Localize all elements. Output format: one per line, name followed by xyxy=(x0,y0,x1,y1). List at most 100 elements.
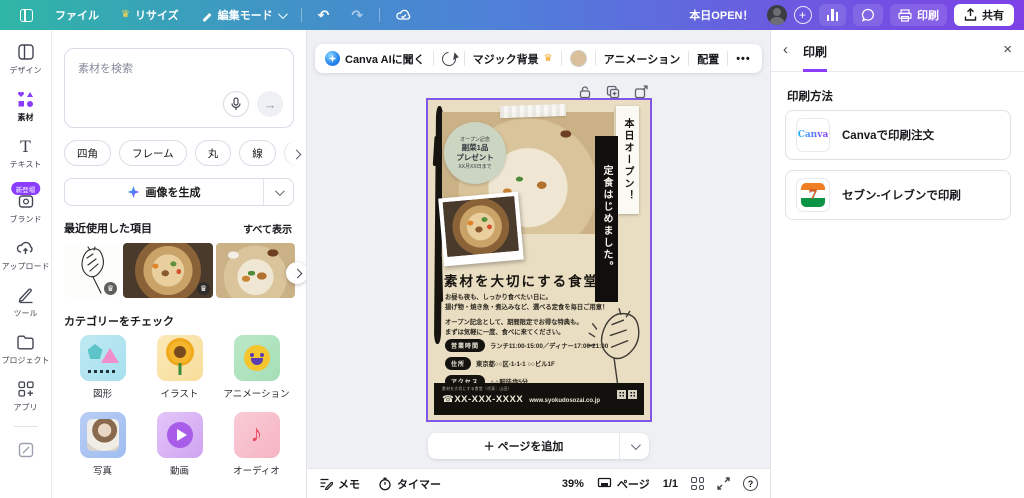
recent-item-photo-1[interactable]: ♛ xyxy=(123,243,213,298)
sidebar-item-photo-editor[interactable] xyxy=(16,440,36,460)
open-campaign-badge[interactable]: オープン記念 副菜1品 プレゼント XX月XX日まで xyxy=(444,122,506,184)
chip-square[interactable]: 四角 xyxy=(64,140,111,166)
redo-button[interactable]: ↷ xyxy=(343,3,371,28)
category-illustration[interactable]: イラスト xyxy=(141,335,218,400)
sidebar-item-label: アップロード xyxy=(2,261,50,272)
print-at-seven-eleven-option[interactable]: 7 セブン-イレブンで印刷 xyxy=(785,170,1011,220)
more-options-button[interactable]: ••• xyxy=(736,53,751,65)
notes-button[interactable]: メモ xyxy=(319,476,360,492)
position-button[interactable]: 配置 xyxy=(697,51,719,67)
voice-search-button[interactable] xyxy=(223,91,249,117)
flyer-body-paragraph-1[interactable]: お昼も夜も、しっかり食べたい日に。 揚げ物・焼き魚・煮込みなど、選べる定食を毎日… xyxy=(445,293,640,313)
plus-icon: + xyxy=(799,9,806,21)
timer-button[interactable]: タイマー xyxy=(378,476,441,492)
canva-editor: ファイル ♛リサイズ 編集モード ↶ ↷ 本日OPEN！ + 印刷 xyxy=(0,0,1024,498)
canva-ai-icon xyxy=(325,51,340,66)
flyer-body-paragraph-2[interactable]: オープン記念として、期間限定でお得な特典も。 まずは気軽に一度、食べに来てくださ… xyxy=(445,318,640,338)
pro-crown-badge: ♛ xyxy=(104,282,117,295)
insights-button[interactable] xyxy=(819,4,847,26)
generate-image-dropdown[interactable] xyxy=(263,179,293,205)
category-audio[interactable]: ♪ オーディオ xyxy=(218,412,295,477)
shop-info-rows[interactable]: 営業時間 ランチ11:00-15:00／ディナー17:00-21:00 住所 東… xyxy=(445,339,608,388)
avatar[interactable] xyxy=(767,5,787,25)
recent-scroll-right-button[interactable] xyxy=(286,262,307,284)
regenerate-icon[interactable] xyxy=(439,49,459,69)
sidebar-item-label: テキスト xyxy=(10,159,42,170)
pages-button[interactable]: ページ xyxy=(597,476,650,492)
share-upload-icon xyxy=(964,8,977,22)
body-line: まずは気軽に一度、食べに来てください。 xyxy=(445,328,640,338)
design-page[interactable]: オープン記念 副菜1品 プレゼント XX月XX日まで 本日オープン！ 定食はじめ… xyxy=(428,100,650,420)
add-page-button[interactable]: ＋ ページを追加 xyxy=(428,433,649,459)
ask-ai-label: Canva AIに聞く xyxy=(345,51,425,67)
divider xyxy=(464,51,465,66)
recent-item-photo-2[interactable] xyxy=(216,243,295,298)
microphone-icon xyxy=(230,97,242,111)
chips-scroll-right[interactable] xyxy=(280,138,306,170)
share-button[interactable]: 共有 xyxy=(954,4,1014,26)
sidebar-item-uploads[interactable]: アップロード xyxy=(2,238,50,272)
fullscreen-icon[interactable] xyxy=(717,477,730,490)
back-button[interactable]: ‹ xyxy=(783,41,788,58)
magic-background-button[interactable]: マジック背景 ♛ xyxy=(473,51,553,67)
polaroid-photo[interactable] xyxy=(438,192,524,267)
animate-button[interactable]: アニメーション xyxy=(604,51,681,67)
print-button[interactable]: 印刷 xyxy=(890,4,947,26)
undo-button[interactable]: ↶ xyxy=(310,3,338,28)
generate-image-button[interactable]: 画像を生成 xyxy=(64,178,294,206)
sidebar-item-brand[interactable]: 新登場 ブランド xyxy=(10,191,42,225)
category-shapes[interactable]: 図形 xyxy=(64,335,141,400)
grid-view-icon[interactable] xyxy=(691,477,704,490)
edit-mode-menu[interactable]: 編集モード xyxy=(193,3,293,27)
bar-chart-icon xyxy=(827,9,839,21)
add-member-button[interactable]: + xyxy=(794,6,812,24)
zoom-level[interactable]: 39% xyxy=(562,478,584,490)
file-menu[interactable]: ファイル xyxy=(47,3,107,27)
ask-canva-ai-button[interactable]: Canva AIに聞く xyxy=(325,51,425,67)
design-icon xyxy=(16,42,36,62)
category-label: イラスト xyxy=(161,386,199,400)
sidebar-item-text[interactable]: T テキスト xyxy=(10,136,42,170)
add-page-dropdown[interactable] xyxy=(619,433,649,459)
divider xyxy=(14,426,38,427)
print-with-canva-option[interactable]: Canva Canvaで印刷注文 xyxy=(785,110,1011,160)
search-box[interactable]: 素材を検索 → xyxy=(64,48,294,128)
sidebar-item-projects[interactable]: プロジェクト xyxy=(2,332,50,366)
move-page-icon[interactable] xyxy=(634,85,648,99)
flyer-footer[interactable]: 素材を大切にする食堂（代表：山田） ☎XX-XXX-XXXX www.syoku… xyxy=(434,383,644,415)
category-photos[interactable]: 写真 xyxy=(64,412,141,477)
chip-circle[interactable]: 丸 xyxy=(195,140,232,166)
tab-print[interactable]: 印刷 xyxy=(803,43,827,72)
sidebar-item-elements[interactable]: 素材 xyxy=(16,89,36,123)
upload-cloud-icon xyxy=(16,238,36,258)
close-panel-button[interactable]: × xyxy=(1003,41,1012,58)
chip-frame[interactable]: フレーム xyxy=(119,140,187,166)
category-animation[interactable]: アニメーション xyxy=(218,335,295,400)
comments-button[interactable] xyxy=(853,4,883,26)
category-videos[interactable]: 動画 xyxy=(141,412,218,477)
duplicate-page-icon[interactable] xyxy=(606,85,620,99)
sidebar-item-apps[interactable]: アプリ xyxy=(14,379,38,413)
sidebar-item-tools[interactable]: ツール xyxy=(14,285,38,319)
background-color-swatch[interactable] xyxy=(570,50,587,67)
recent-items: ♛ ♛ xyxy=(64,243,295,298)
see-all-link[interactable]: すべて表示 xyxy=(243,221,292,236)
resize-menu[interactable]: ♛リサイズ xyxy=(113,3,187,27)
printer-icon xyxy=(898,9,912,22)
recent-item-sketch[interactable]: ♛ xyxy=(64,243,120,298)
shapes-category-icon xyxy=(80,335,126,381)
vertical-headline-white[interactable]: 本日オープン！ xyxy=(616,106,639,214)
divider xyxy=(301,8,302,22)
chevron-right-icon xyxy=(292,268,302,278)
search-submit-button[interactable]: → xyxy=(257,91,283,117)
sidebar-item-design[interactable]: デザイン xyxy=(10,42,42,76)
save-status-button[interactable] xyxy=(388,4,419,27)
toggle-sidebar-button[interactable] xyxy=(12,5,41,26)
footer-company-line: 素材を大切にする食堂（代表：山田） xyxy=(442,387,636,392)
body-line: オープン記念として、期間限定でお得な特典も。 xyxy=(445,318,640,328)
flyer-title[interactable]: 素材を大切にする食堂 xyxy=(444,270,639,290)
chip-line[interactable]: 線 xyxy=(239,140,276,166)
lock-icon[interactable] xyxy=(578,85,592,99)
document-title[interactable]: 本日OPEN！ xyxy=(689,7,753,23)
help-button[interactable]: ? xyxy=(743,476,758,491)
